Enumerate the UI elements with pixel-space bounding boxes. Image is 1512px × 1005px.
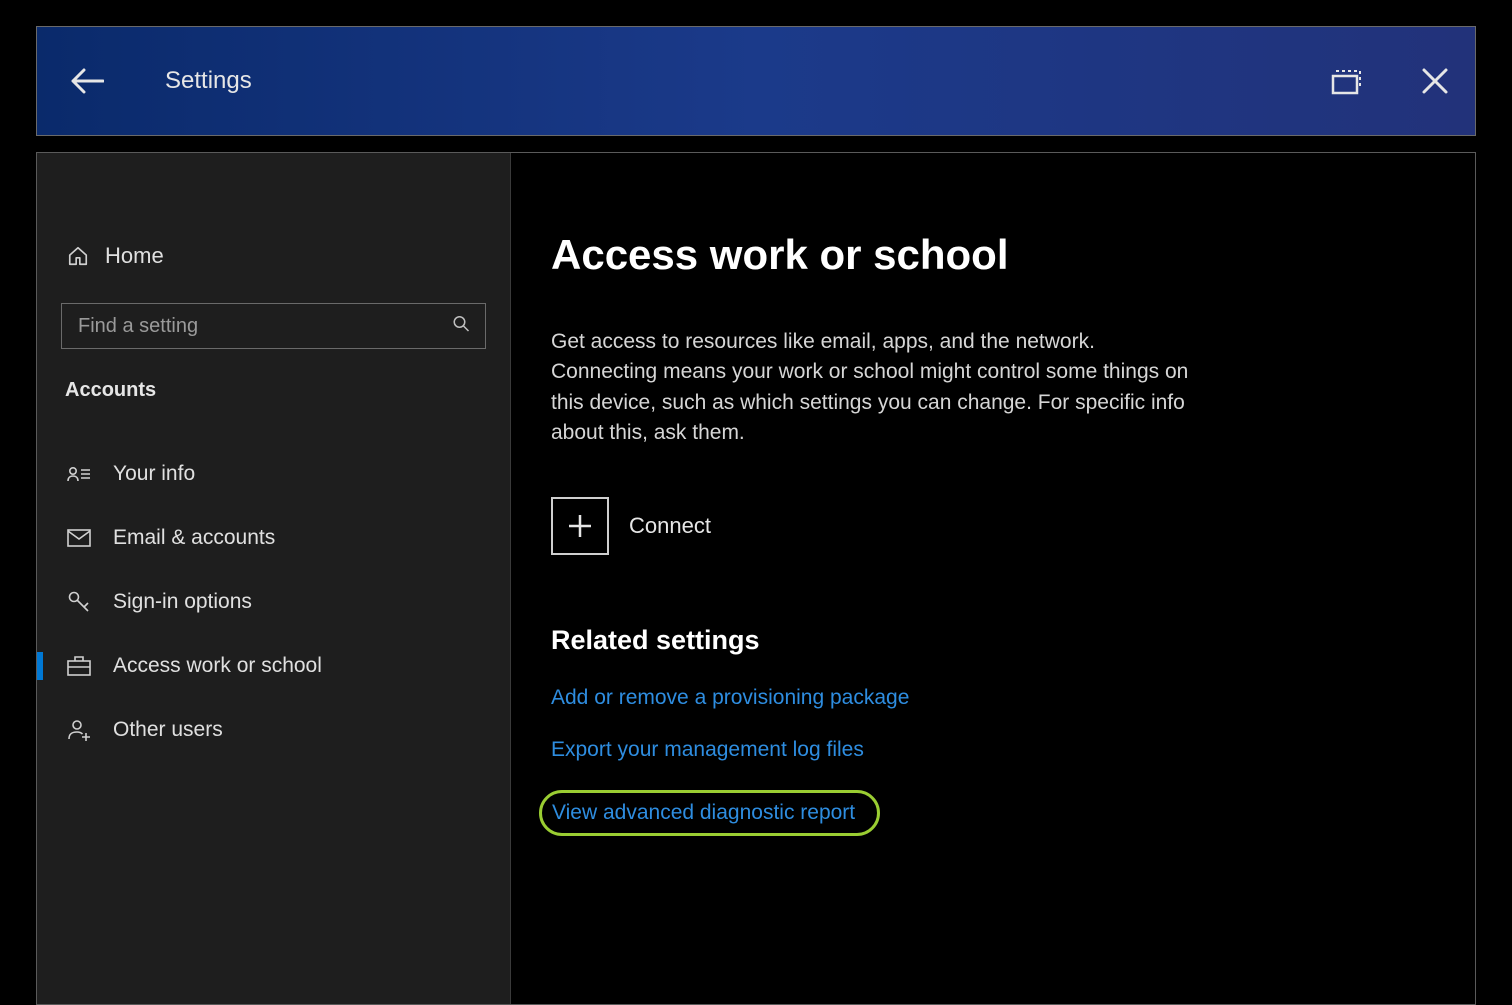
connect-button[interactable]: Connect	[551, 497, 1415, 555]
add-user-icon	[65, 718, 93, 742]
briefcase-icon	[65, 655, 93, 677]
search-container	[61, 303, 486, 349]
search-input[interactable]	[61, 303, 486, 349]
sidebar-item-email-accounts[interactable]: Email & accounts	[37, 506, 510, 570]
sidebar-home[interactable]: Home	[37, 243, 510, 269]
plus-box-icon	[551, 497, 609, 555]
highlight-annotation: View advanced diagnostic report	[539, 790, 880, 836]
person-card-icon	[65, 464, 93, 484]
window-icon	[1326, 66, 1364, 96]
sidebar-item-label: Other users	[113, 718, 223, 742]
titlebar-controls	[1325, 61, 1455, 101]
window-multitask-button[interactable]	[1325, 61, 1365, 101]
sidebar-home-label: Home	[105, 243, 164, 269]
sidebar-item-label: Email & accounts	[113, 526, 275, 550]
related-settings-heading: Related settings	[551, 625, 1415, 656]
sidebar-item-signin-options[interactable]: Sign-in options	[37, 570, 510, 634]
page-description: Get access to resources like email, apps…	[551, 327, 1201, 449]
close-button[interactable]	[1415, 61, 1455, 101]
key-icon	[65, 590, 93, 614]
sidebar-item-access-work-school[interactable]: Access work or school	[37, 634, 510, 698]
main-panel: Access work or school Get access to reso…	[511, 153, 1475, 1004]
sidebar-item-your-info[interactable]: Your info	[37, 442, 510, 506]
link-diagnostic-report[interactable]: View advanced diagnostic report	[552, 801, 855, 825]
sidebar: Home Accounts Your info Email & accounts	[37, 153, 511, 1004]
back-button[interactable]	[67, 61, 107, 101]
envelope-icon	[65, 529, 93, 547]
sidebar-item-other-users[interactable]: Other users	[37, 698, 510, 762]
link-provisioning-package[interactable]: Add or remove a provisioning package	[551, 686, 1415, 710]
close-icon	[1420, 66, 1450, 96]
window-title: Settings	[165, 67, 252, 95]
titlebar: Settings	[36, 26, 1476, 136]
sidebar-item-label: Access work or school	[113, 654, 322, 678]
content-window: Home Accounts Your info Email & accounts	[36, 152, 1476, 1005]
back-arrow-icon	[70, 67, 104, 95]
connect-label: Connect	[629, 513, 711, 539]
link-export-logs[interactable]: Export your management log files	[551, 738, 1415, 762]
home-icon	[65, 245, 91, 267]
sidebar-section-header: Accounts	[65, 379, 510, 402]
sidebar-item-label: Sign-in options	[113, 590, 252, 614]
sidebar-item-label: Your info	[113, 462, 195, 486]
page-title: Access work or school	[551, 231, 1415, 279]
